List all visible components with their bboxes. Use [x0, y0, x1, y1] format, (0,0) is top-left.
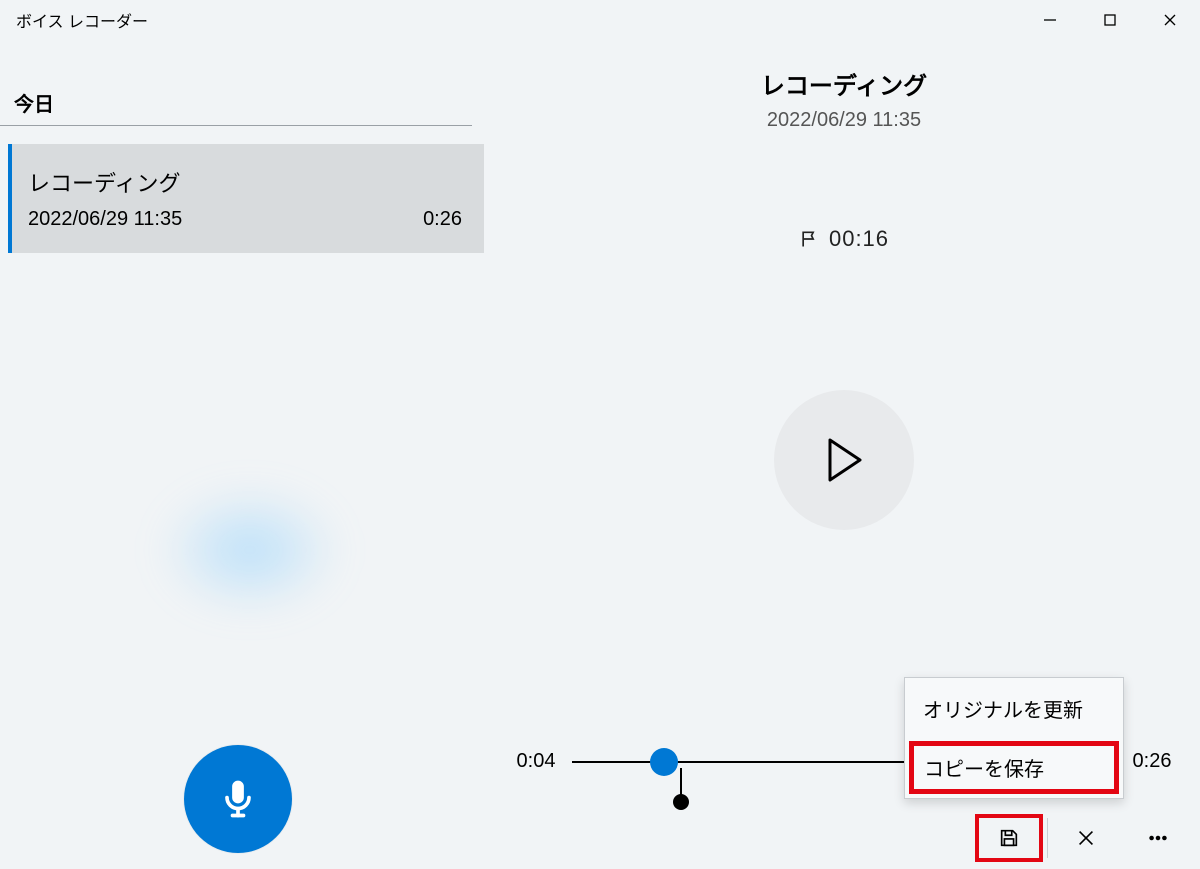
close-icon — [1163, 13, 1177, 27]
popup-save-copy[interactable]: コピーを保存 — [909, 741, 1119, 794]
window-controls — [1020, 0, 1200, 40]
play-button[interactable] — [774, 390, 914, 530]
popup-update-original[interactable]: オリジナルを更新 — [905, 678, 1123, 739]
more-icon — [1147, 827, 1169, 849]
close-button[interactable] — [1140, 0, 1200, 40]
titlebar: ボイス レコーダー — [0, 0, 1200, 40]
microphone-icon — [216, 777, 260, 821]
recording-duration: 0:26 — [423, 208, 462, 231]
recordings-list: レコーディング 2022/06/29 11:35 0:26 — [0, 144, 488, 253]
save-button[interactable] — [973, 812, 1045, 864]
flag-marker-row[interactable]: 00:16 — [488, 226, 1200, 252]
detail-pane: レコーディング 2022/06/29 11:35 00:16 0:04 0:26 — [488, 40, 1200, 869]
flag-icon — [799, 229, 819, 249]
timeline-trim-marker[interactable] — [680, 768, 682, 796]
recording-date: 2022/06/29 11:35 — [28, 208, 462, 231]
section-header-today: 今日 — [0, 40, 472, 126]
bottom-toolbar — [488, 807, 1200, 869]
recording-name: レコーディング — [28, 166, 462, 198]
minimize-icon — [1043, 13, 1057, 27]
detail-date: 2022/06/29 11:35 — [488, 109, 1200, 132]
recordings-list-pane: 今日 レコーディング 2022/06/29 11:35 0:26 — [0, 40, 488, 869]
flag-time: 00:16 — [829, 226, 889, 252]
play-icon — [824, 438, 864, 482]
more-button[interactable] — [1122, 812, 1194, 864]
timeline-end-time: 0:26 — [1124, 750, 1180, 773]
save-popup-menu: オリジナルを更新 コピーを保存 — [904, 677, 1124, 799]
recording-item[interactable]: レコーディング 2022/06/29 11:35 0:26 — [8, 144, 484, 253]
timeline-thumb[interactable] — [650, 748, 678, 776]
close-icon — [1075, 827, 1097, 849]
decorative-glow — [120, 460, 380, 640]
record-button[interactable] — [184, 745, 292, 853]
detail-title: レコーディング — [488, 66, 1200, 101]
save-icon — [998, 827, 1020, 849]
minimize-button[interactable] — [1020, 0, 1080, 40]
cancel-button[interactable] — [1050, 812, 1122, 864]
app-title: ボイス レコーダー — [16, 8, 148, 32]
toolbar-separator — [1047, 818, 1048, 858]
maximize-icon — [1103, 13, 1117, 27]
maximize-button[interactable] — [1080, 0, 1140, 40]
detail-header: レコーディング 2022/06/29 11:35 — [488, 66, 1200, 132]
timeline-current-time: 0:04 — [508, 750, 564, 773]
